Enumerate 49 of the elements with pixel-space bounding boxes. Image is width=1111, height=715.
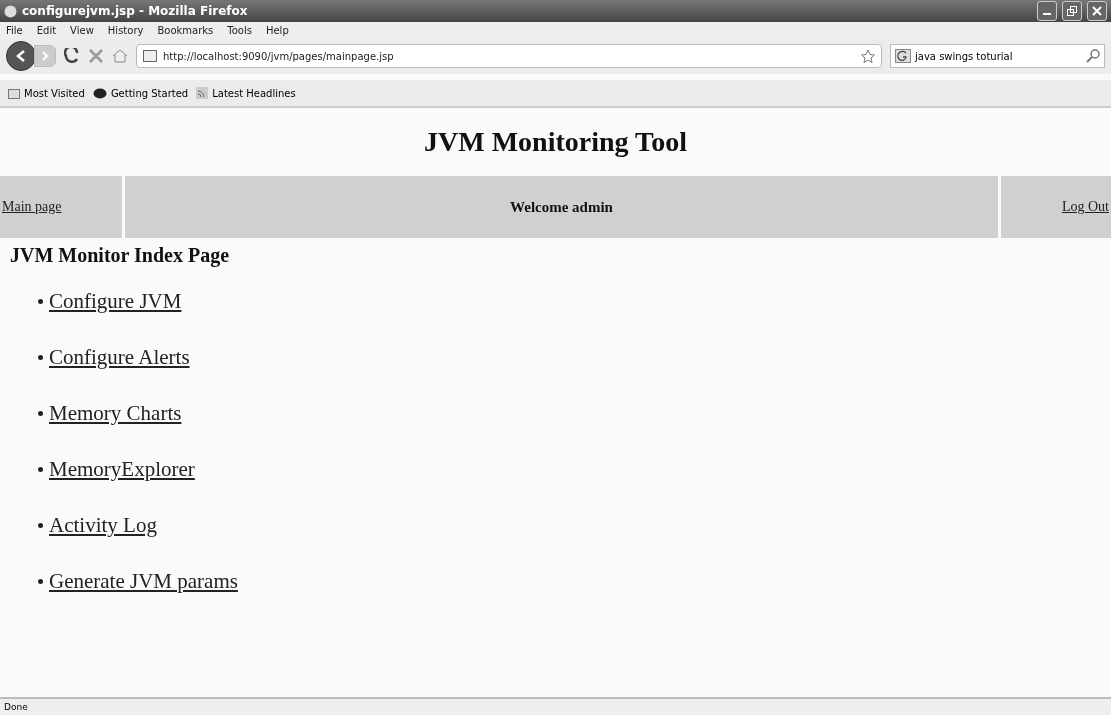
- menu-link[interactable]: Memory Charts: [49, 401, 182, 426]
- menu-link[interactable]: MemoryExplorer: [49, 457, 195, 482]
- menu-link[interactable]: Generate JVM params: [49, 569, 238, 594]
- chevron-left-icon: [16, 50, 26, 62]
- search-engine-icon: [895, 49, 911, 63]
- reload-button[interactable]: [64, 48, 80, 64]
- star-icon[interactable]: [861, 49, 875, 63]
- menu-link[interactable]: Configure Alerts: [49, 345, 190, 370]
- url-text: http://localhost:9090/jvm/pages/mainpage.jsp: [163, 50, 395, 62]
- close-icon: [1092, 6, 1102, 16]
- window-title: configurejvm.jsp - Mozilla Firefox: [22, 4, 249, 18]
- menu-item[interactable]: Edit: [36, 24, 57, 36]
- address-field[interactable]: http://localhost:9090/jvm/pages/mainpage.jsp: [136, 44, 882, 68]
- status-text: Done: [4, 702, 28, 712]
- bookmark-item[interactable]: Getting Started: [110, 87, 189, 99]
- page-icon: [143, 50, 157, 62]
- search-icon[interactable]: [1086, 49, 1100, 63]
- search-text: java swings toturial: [915, 50, 1014, 62]
- menu-item[interactable]: History: [107, 24, 144, 36]
- blob-icon: [92, 87, 107, 99]
- menu-item[interactable]: Tools: [227, 24, 252, 36]
- page-heading: JVM Monitoring Tool: [423, 126, 688, 158]
- menu-item[interactable]: Help: [265, 24, 289, 36]
- close-button[interactable]: [1087, 1, 1107, 21]
- folder-icon: [8, 87, 20, 99]
- bullet-icon: [38, 579, 43, 584]
- restore-icon: [1067, 6, 1077, 16]
- menu-item[interactable]: View: [70, 24, 94, 36]
- menu-link[interactable]: Activity Log: [49, 513, 157, 538]
- welcome-text: Welcome admin: [510, 198, 613, 216]
- minimize-button[interactable]: [1037, 1, 1057, 21]
- feed-icon: [196, 87, 209, 99]
- bullet-icon: [38, 523, 43, 528]
- menu-item[interactable]: Bookmarks: [157, 24, 214, 36]
- search-field[interactable]: java swings toturial: [890, 44, 1105, 68]
- bullet-icon: [38, 411, 43, 416]
- section-heading: JVM Monitor Index Page: [10, 244, 231, 267]
- chevron-right-icon: [41, 51, 49, 61]
- bullet-icon: [38, 467, 43, 472]
- bookmark-item[interactable]: Latest Headlines: [212, 87, 296, 99]
- restore-button[interactable]: [1062, 1, 1082, 21]
- bookmark-item[interactable]: Most Visited: [24, 87, 85, 99]
- back-button[interactable]: [6, 41, 36, 71]
- bullet-icon: [38, 355, 43, 360]
- main-page-link[interactable]: Main page: [2, 199, 62, 215]
- logout-link[interactable]: Log Out: [1061, 199, 1109, 215]
- menu-item[interactable]: File: [6, 24, 23, 36]
- bullet-icon: [38, 299, 43, 304]
- menu-link[interactable]: Configure JVM: [49, 289, 182, 314]
